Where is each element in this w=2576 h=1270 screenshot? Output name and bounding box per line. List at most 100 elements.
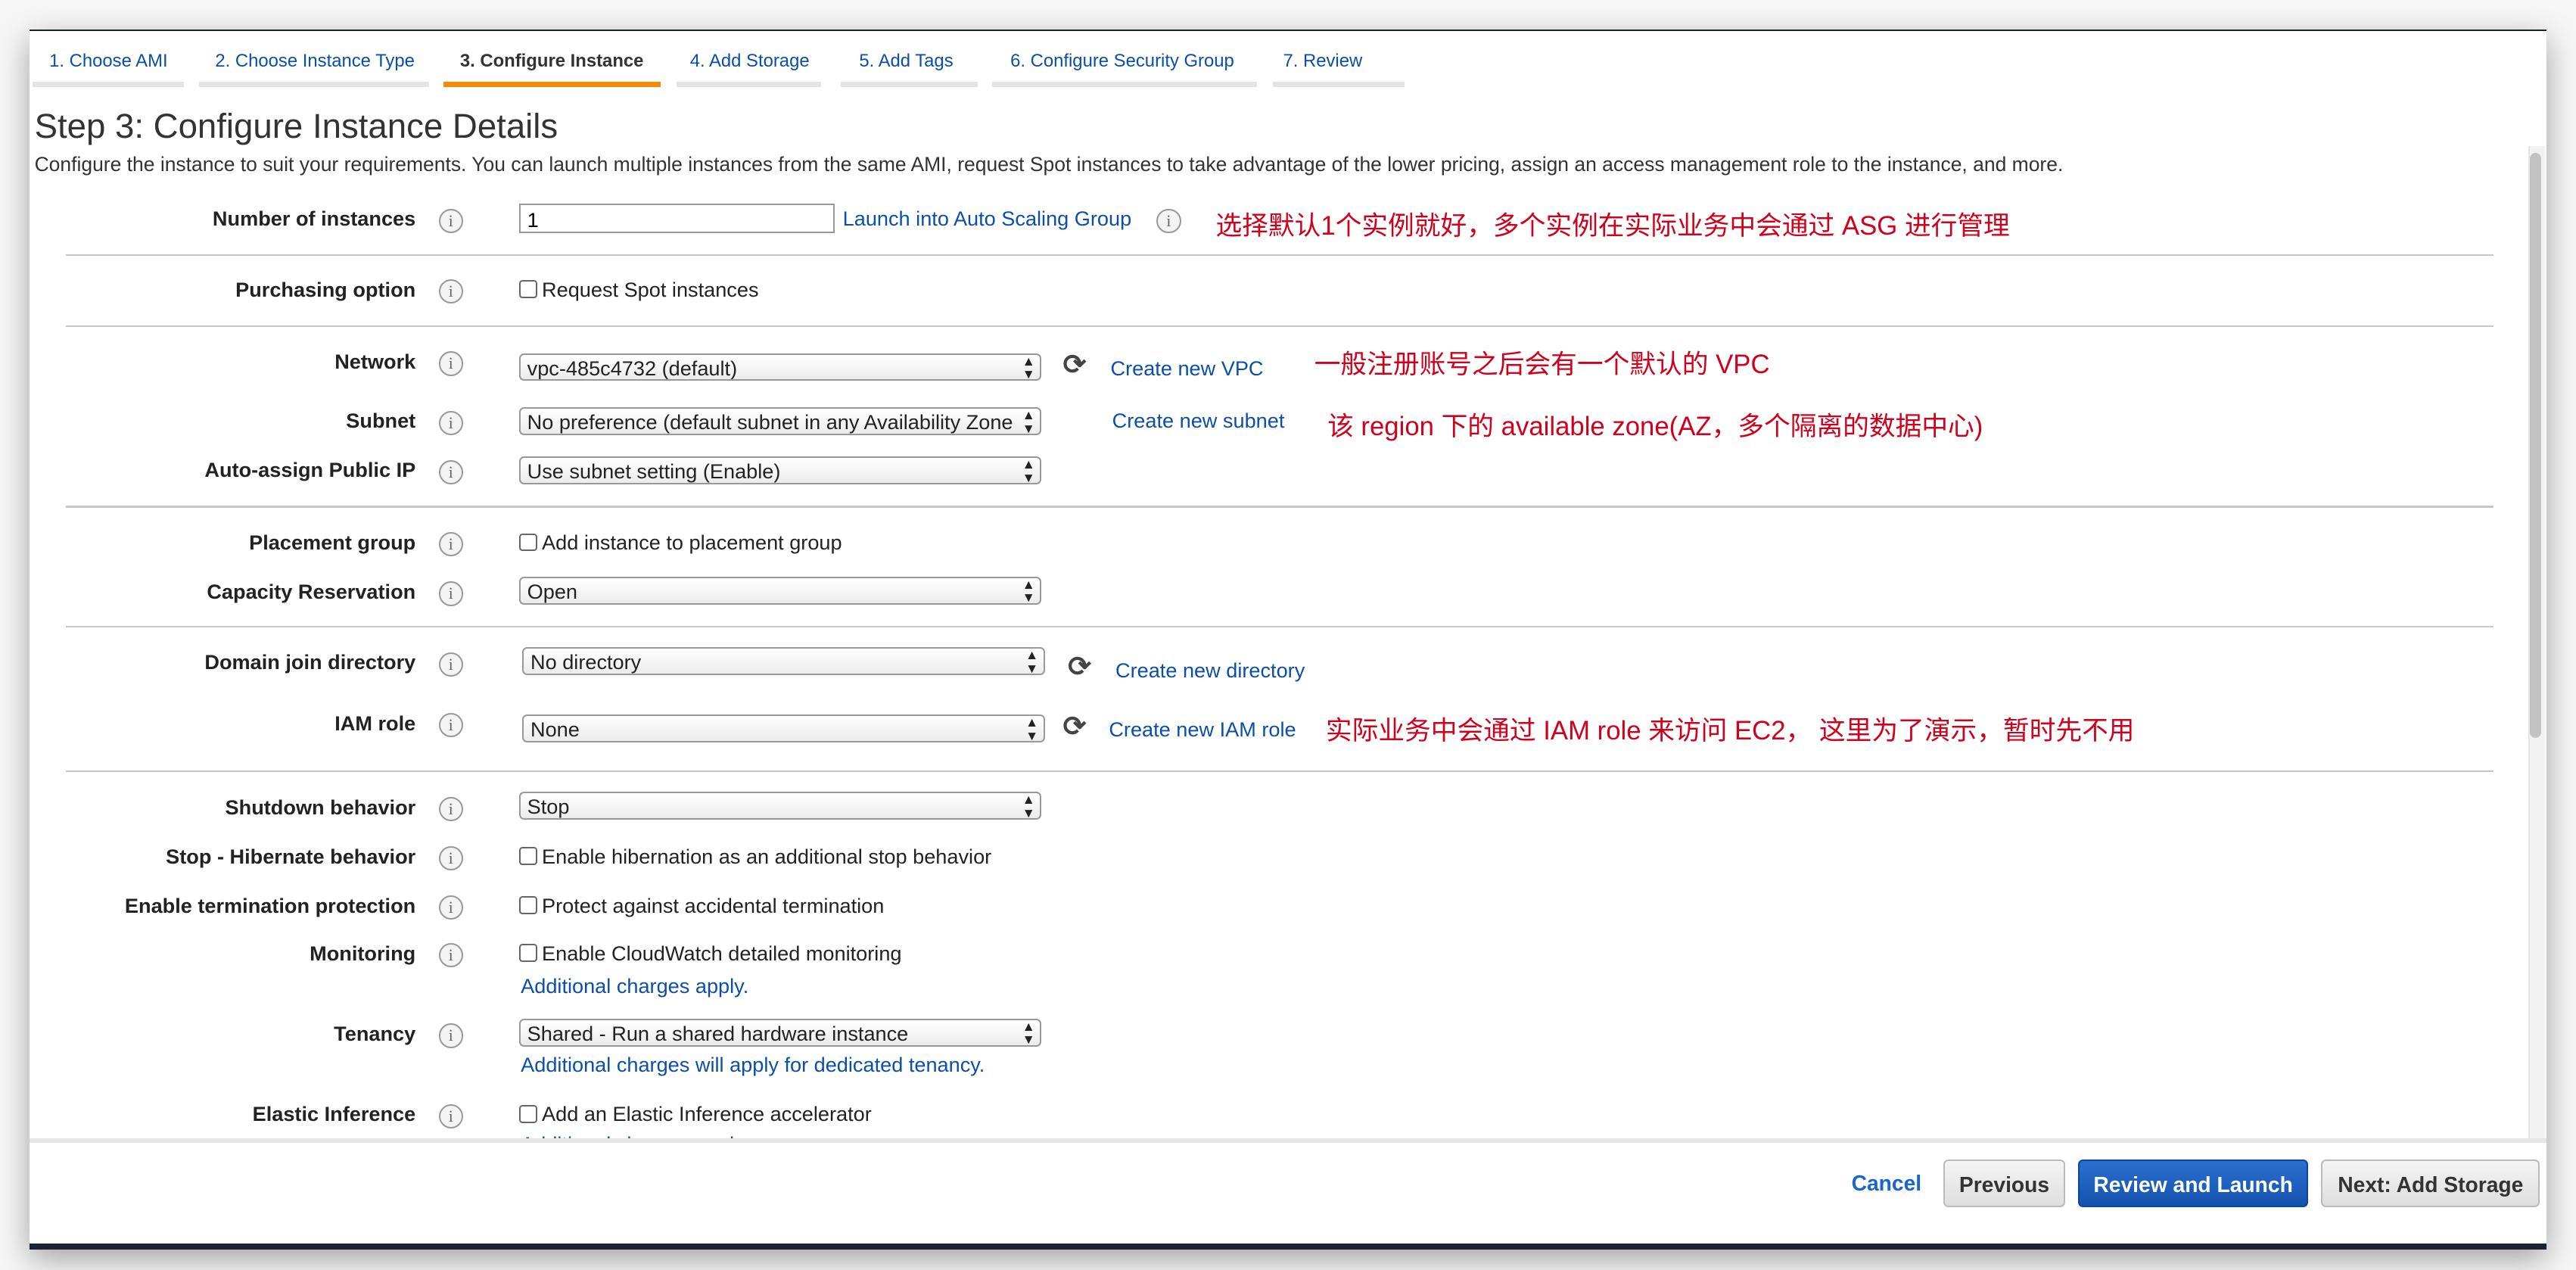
checkbox-icon[interactable] (518, 533, 537, 552)
termination-protection-checkbox[interactable]: Protect against accidental termination (518, 893, 885, 918)
monitoring-charges-link[interactable]: Additional charges apply. (521, 974, 748, 998)
label-termination-protection: Enable termination protection (124, 893, 416, 917)
select-value: No preference (default subnet in any Ava… (527, 410, 1013, 434)
launch-wizard-window: 1. Choose AMI 2. Choose Instance Type 3.… (30, 30, 2546, 1250)
elastic-inference-checkbox[interactable]: Add an Elastic Inference accelerator (518, 1102, 872, 1126)
tenancy-charges-link[interactable]: Additional charges will apply for dedica… (521, 1053, 985, 1077)
info-icon[interactable]: i (438, 1103, 463, 1128)
annotation-iam: 实际业务中会通过 IAM role 来访问 EC2， 这里为了演示，暂时先不用 (1325, 716, 2135, 746)
divider (65, 254, 2494, 257)
info-icon[interactable]: i (438, 532, 463, 557)
label-capacity-reservation: Capacity Reservation (207, 580, 416, 604)
label-number-of-instances: Number of instances (212, 207, 416, 231)
checkbox-label: Enable hibernation as an additional stop… (542, 844, 992, 868)
create-subnet-link[interactable]: Create new subnet (1112, 409, 1285, 433)
request-spot-checkbox[interactable]: Request Spot instances (518, 277, 759, 302)
domain-directory-select[interactable]: No directory ▲ ▼ (522, 647, 1045, 676)
select-arrow-icon: ▲ ▼ (1022, 792, 1035, 820)
label-auto-assign-public-ip: Auto-assign Public IP (204, 458, 416, 482)
select-arrow-icon: ▲ ▼ (1022, 407, 1035, 436)
capacity-reservation-select[interactable]: Open ▲ ▼ (518, 576, 1042, 605)
label-placement-group: Placement group (249, 531, 416, 555)
checkbox-label: Add an Elastic Inference accelerator (542, 1102, 872, 1126)
divider (65, 506, 2494, 508)
checkbox-label: Protect against accidental termination (542, 893, 885, 917)
label-subnet: Subnet (346, 409, 416, 433)
shutdown-behavior-select[interactable]: Stop ▲ ▼ (518, 792, 1042, 820)
refresh-icon[interactable]: ⟳ (1063, 710, 1087, 742)
launch-asg-link[interactable]: Launch into Auto Scaling Group (843, 207, 1132, 231)
tenancy-select[interactable]: Shared - Run a shared hardware instance ▲… (518, 1018, 1042, 1047)
form-area: Number of instances i 1 Launch into Auto… (30, 31, 2546, 1138)
checkbox-icon[interactable] (518, 896, 537, 914)
next-add-storage-button[interactable]: Next: Add Storage (2321, 1159, 2540, 1207)
info-icon[interactable]: i (438, 410, 463, 435)
select-arrow-icon: ▲ ▼ (1022, 576, 1035, 605)
select-arrow-icon: ▲ ▼ (1022, 1018, 1035, 1047)
annotation-network: 一般注册账号之后会有一个默认的 VPC (1314, 350, 1770, 379)
public-ip-select[interactable]: Use subnet setting (Enable) ▲ ▼ (518, 456, 1042, 485)
iam-role-select[interactable]: None ▲ ▼ (522, 714, 1045, 743)
info-icon[interactable]: i (438, 351, 463, 376)
checkbox-label: Add instance to placement group (542, 531, 842, 555)
select-value: Stop (527, 795, 570, 819)
label-hibernate-behavior: Stop - Hibernate behavior (166, 844, 416, 868)
info-icon[interactable]: i (438, 712, 463, 738)
number-of-instances-input[interactable]: 1 (518, 204, 835, 234)
select-value: None (530, 717, 580, 742)
info-icon[interactable]: i (438, 1023, 463, 1048)
wizard-footer: Cancel Previous Review and Launch Next: … (30, 1138, 2546, 1244)
info-icon[interactable]: i (438, 208, 463, 233)
checkbox-label: Request Spot instances (542, 277, 759, 301)
select-value: Shared - Run a shared hardware instance (527, 1021, 909, 1045)
label-elastic-inference: Elastic Inference (252, 1102, 416, 1126)
annotation-instances: 选择默认1个实例就好，多个实例在实际业务中会通过 ASG 进行管理 (1215, 212, 2010, 241)
select-value: Open (527, 579, 578, 603)
select-arrow-icon: ▲ ▼ (1025, 647, 1039, 676)
label-network: Network (334, 350, 416, 374)
checkbox-icon[interactable] (518, 280, 537, 298)
info-icon[interactable]: i (438, 796, 463, 821)
checkbox-label: Enable CloudWatch detailed monitoring (542, 941, 902, 965)
review-and-launch-button[interactable]: Review and Launch (2078, 1159, 2309, 1207)
info-icon[interactable]: i (438, 895, 463, 920)
refresh-icon[interactable]: ⟳ (1063, 348, 1087, 381)
info-icon[interactable]: i (438, 652, 463, 677)
screen: 1. Choose AMI 2. Choose Instance Type 3.… (0, 0, 2576, 1270)
label-purchasing-option: Purchasing option (235, 277, 416, 301)
info-icon[interactable]: i (438, 279, 463, 304)
checkbox-icon[interactable] (518, 944, 537, 962)
select-arrow-icon: ▲ ▼ (1025, 714, 1039, 743)
info-icon[interactable]: i (438, 459, 463, 484)
create-vpc-link[interactable]: Create new VPC (1111, 356, 1264, 381)
create-directory-link[interactable]: Create new directory (1115, 658, 1305, 683)
divider (65, 625, 2494, 628)
annotation-subnet: 该 region 下的 available zone(AZ，多个隔离的数据中心) (1327, 412, 1983, 442)
elastic-charges-link[interactable]: Additional charges apply. (521, 1132, 748, 1139)
label-iam-role: IAM role (334, 711, 416, 735)
network-select[interactable]: vpc-485c4732 (default) ▲ ▼ (518, 353, 1042, 381)
info-icon[interactable]: i (438, 942, 463, 968)
label-tenancy: Tenancy (334, 1022, 416, 1046)
subnet-select[interactable]: No preference (default subnet in any Ava… (518, 407, 1042, 436)
create-iam-role-link[interactable]: Create new IAM role (1109, 717, 1296, 742)
label-shutdown-behavior: Shutdown behavior (225, 795, 416, 819)
label-monitoring: Monitoring (310, 941, 416, 965)
cancel-button[interactable]: Cancel (1852, 1171, 1922, 1196)
info-icon[interactable]: i (438, 581, 463, 606)
info-icon[interactable]: i (1156, 208, 1181, 233)
divider (65, 325, 2494, 327)
previous-button[interactable]: Previous (1943, 1159, 2065, 1207)
divider (65, 770, 2494, 773)
select-value: vpc-485c4732 (default) (527, 356, 738, 380)
refresh-icon[interactable]: ⟳ (1068, 650, 1091, 683)
cloudwatch-monitoring-checkbox[interactable]: Enable CloudWatch detailed monitoring (518, 941, 902, 966)
label-domain-join-directory: Domain join directory (204, 650, 416, 674)
select-value: Use subnet setting (Enable) (527, 459, 781, 484)
placement-group-checkbox[interactable]: Add instance to placement group (518, 531, 842, 555)
hibernation-checkbox[interactable]: Enable hibernation as an additional stop… (518, 844, 992, 869)
checkbox-icon[interactable] (518, 847, 537, 865)
select-value: No directory (530, 650, 642, 674)
info-icon[interactable]: i (438, 845, 463, 871)
checkbox-icon[interactable] (518, 1105, 537, 1123)
